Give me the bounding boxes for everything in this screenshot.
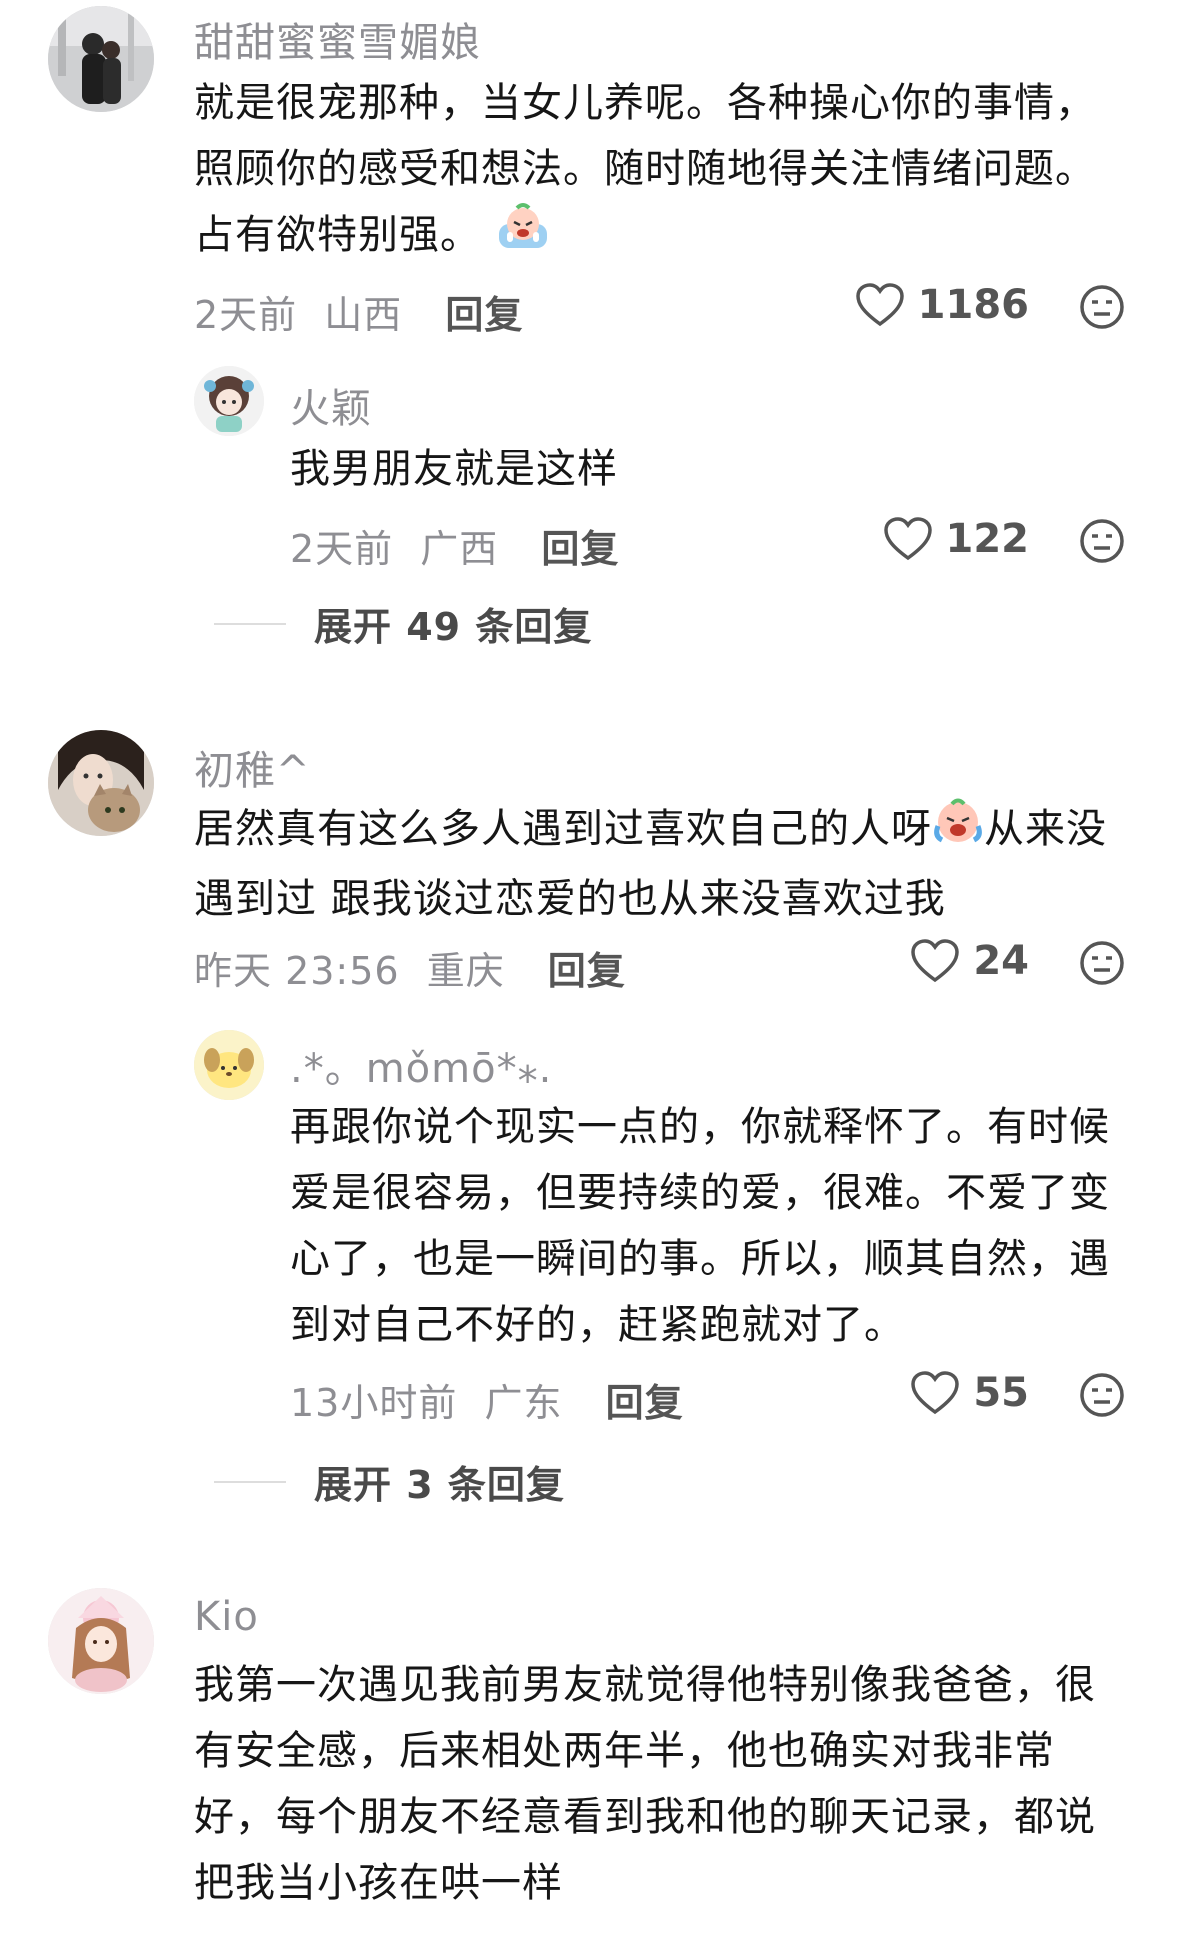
comment-text: 我第一次遇见我前男友就觉得他特别像我爸爸，很 有安全感，后来相处两年半，他也确实… xyxy=(194,1662,1096,1906)
reply-username[interactable]: 火颖 xyxy=(290,376,372,434)
avatar[interactable] xyxy=(194,366,264,436)
heart-outline-icon xyxy=(911,939,960,983)
heart-outline-icon xyxy=(855,283,904,327)
dislike-button[interactable] xyxy=(1079,518,1125,564)
like-button[interactable]: 122 xyxy=(883,516,1030,562)
heart-outline-icon xyxy=(883,517,932,561)
dislike-button[interactable] xyxy=(1079,940,1125,986)
reply-meta: 2天前 广西 回复 xyxy=(290,518,619,573)
divider xyxy=(214,622,286,625)
neutral-face-icon xyxy=(1080,519,1124,563)
reply-text: 再跟你说个现实一点的，你就释怀了。有时候 爱是很容易，但要持续的爱，很难。不爱了… xyxy=(290,1104,1110,1348)
avatar[interactable] xyxy=(48,730,154,836)
comment-time: 2天前 xyxy=(194,293,298,337)
reply-time: 13小时前 xyxy=(290,1381,458,1425)
reply-location: 广东 xyxy=(484,1381,563,1425)
avatar[interactable] xyxy=(48,1588,154,1694)
like-button[interactable]: 55 xyxy=(911,1370,1029,1416)
reply-time: 2天前 xyxy=(290,527,394,571)
comment-meta: 2天前 山西 回复 xyxy=(194,284,523,339)
like-count: 55 xyxy=(973,1370,1029,1416)
expand-replies-button[interactable]: 展开 3 条回复 xyxy=(214,1454,565,1509)
neutral-face-icon xyxy=(1080,941,1124,985)
comment-time: 昨天 23:56 xyxy=(194,949,400,993)
like-count: 1186 xyxy=(917,282,1029,328)
divider xyxy=(214,1480,286,1483)
reply-button[interactable]: 回复 xyxy=(541,527,619,571)
comment-location: 山西 xyxy=(324,293,403,337)
comment-username[interactable]: 甜甜蜜蜜雪媚娘 xyxy=(194,10,481,68)
avatar[interactable] xyxy=(48,6,154,112)
reply-location: 广西 xyxy=(420,527,499,571)
comment-username[interactable]: Kio xyxy=(194,1594,259,1640)
comment-username[interactable]: 初稚^ xyxy=(194,738,311,796)
dislike-button[interactable] xyxy=(1079,1372,1125,1418)
comment-meta: 昨天 23:56 重庆 回复 xyxy=(194,940,626,995)
crying-emoji-icon xyxy=(495,202,551,272)
like-count: 122 xyxy=(945,516,1030,562)
reply-username[interactable]: .*。mǒmō*⁎. xyxy=(290,1036,552,1094)
like-count: 24 xyxy=(973,938,1029,984)
avatar[interactable] xyxy=(194,1030,264,1100)
comment-text: 就是很宠那种，当女儿养呢。各种操心你的事情， 照顾你的感受和想法。随时随地得关注… xyxy=(194,70,1134,272)
expand-replies-button[interactable]: 展开 49 条回复 xyxy=(214,596,592,651)
dislike-button[interactable] xyxy=(1079,284,1125,330)
neutral-face-icon xyxy=(1080,1373,1124,1417)
neutral-face-icon xyxy=(1080,285,1124,329)
comment-list: 甜甜蜜蜜雪媚娘 就是很宠那种，当女儿养呢。各种操心你的事情， 照顾你的感受和想法… xyxy=(0,0,1179,1937)
like-button[interactable]: 1186 xyxy=(855,282,1029,328)
comment-text: 居然真有这么多人遇到过喜欢自己的人呀 从来没 遇到过 跟我谈过恋爱的也从来没喜欢… xyxy=(194,796,1134,932)
like-button[interactable]: 24 xyxy=(911,938,1029,984)
reply-button[interactable]: 回复 xyxy=(445,293,523,337)
reply-button[interactable]: 回复 xyxy=(548,949,626,993)
comment-location: 重庆 xyxy=(426,949,505,993)
heart-outline-icon xyxy=(911,1371,960,1415)
reply-text: 我男朋友就是这样 xyxy=(290,446,618,492)
reply-button[interactable]: 回复 xyxy=(606,1381,684,1425)
crying-emoji-icon xyxy=(932,796,984,866)
reply-meta: 13小时前 广东 回复 xyxy=(290,1372,684,1427)
